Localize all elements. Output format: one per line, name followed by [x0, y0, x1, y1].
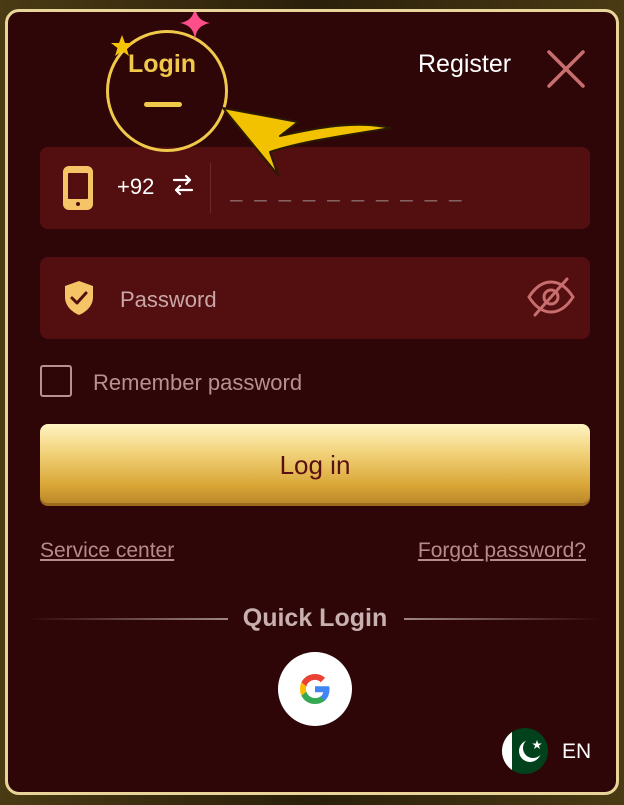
star-icon: [111, 35, 133, 56]
swap-arrows-icon[interactable]: [172, 174, 194, 196]
google-icon: [300, 674, 330, 704]
password-input[interactable]: [118, 277, 502, 323]
pakistan-flag-icon[interactable]: [502, 728, 548, 774]
tab-register[interactable]: Register: [418, 50, 511, 79]
country-code[interactable]: +92: [117, 174, 154, 200]
close-button[interactable]: [544, 47, 588, 91]
login-modal: Login Register +92 _ _ _ _ _ _ _ _ _ _ R…: [5, 9, 619, 795]
remember-password-label[interactable]: Remember password: [93, 370, 302, 396]
phone-icon: [63, 166, 93, 210]
service-center-link[interactable]: Service center: [40, 539, 174, 563]
login-button[interactable]: Log in: [40, 424, 590, 506]
pointer-arrow-icon: [222, 107, 391, 176]
forgot-password-link[interactable]: Forgot password?: [418, 539, 586, 563]
language-selector[interactable]: EN: [562, 740, 591, 764]
field-divider: [210, 163, 211, 213]
remember-password-checkbox[interactable]: [40, 365, 72, 397]
shield-check-icon: [65, 281, 93, 315]
google-login-button[interactable]: [278, 652, 352, 726]
sparkle-icon: [180, 12, 210, 40]
eye-slash-icon[interactable]: [526, 277, 576, 317]
password-field: [40, 257, 590, 339]
close-icon: [547, 50, 585, 88]
quick-login-divider-right: [404, 618, 600, 620]
